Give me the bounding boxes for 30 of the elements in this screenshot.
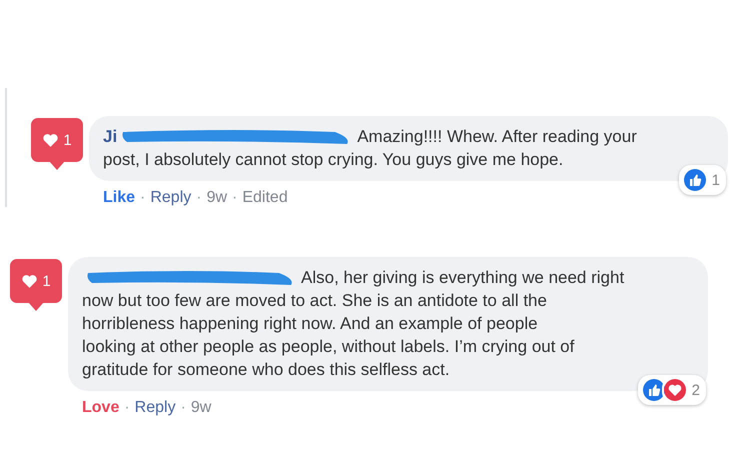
heart-icon <box>662 377 688 403</box>
reaction-count: 2 <box>692 380 700 400</box>
comment-meta: Edited <box>242 189 288 207</box>
badge-count: 1 <box>42 272 51 290</box>
separator-dot: · <box>140 189 146 207</box>
comment-text: now but too few are moved to act. She is an antidote to all the <box>82 290 548 312</box>
separator-dot: · <box>196 189 202 207</box>
reaction-count-pill[interactable]: 2 <box>638 375 706 405</box>
reply-link[interactable]: Reply <box>150 189 192 207</box>
comment-text: Amazing!!!! Whew. After reading your <box>357 126 637 148</box>
comment-meta: 9w <box>190 399 212 417</box>
reaction-link[interactable]: Like <box>103 189 136 207</box>
thumbs-up-icon <box>682 167 708 193</box>
comment-meta: 9w <box>206 189 228 207</box>
separator-dot: · <box>232 189 238 207</box>
heart-icon <box>21 272 38 290</box>
reaction-link[interactable]: Love <box>82 399 120 417</box>
separator-dot: · <box>124 399 130 417</box>
reaction-count-pill[interactable]: 1 <box>678 165 726 195</box>
separator-dot: · <box>180 399 186 417</box>
author-name[interactable]: Ji <box>103 125 118 148</box>
heart-icon <box>42 132 60 148</box>
comment-text: post, I absolutely cannot stop crying. You guys give me hope. <box>103 149 564 171</box>
reply-link[interactable]: Reply <box>134 399 176 417</box>
comment-text: looking at other people as people, without labels. I’m crying out of <box>82 336 576 358</box>
comment-text: Also, her giving is everything we need right <box>301 267 624 289</box>
comment-text: gratitude for someone who does this selfless act. <box>82 359 451 381</box>
reaction-count: 1 <box>712 170 720 190</box>
badge-count: 1 <box>63 132 72 148</box>
comment-text: horribleness happening right now. And an example of people <box>82 313 539 335</box>
